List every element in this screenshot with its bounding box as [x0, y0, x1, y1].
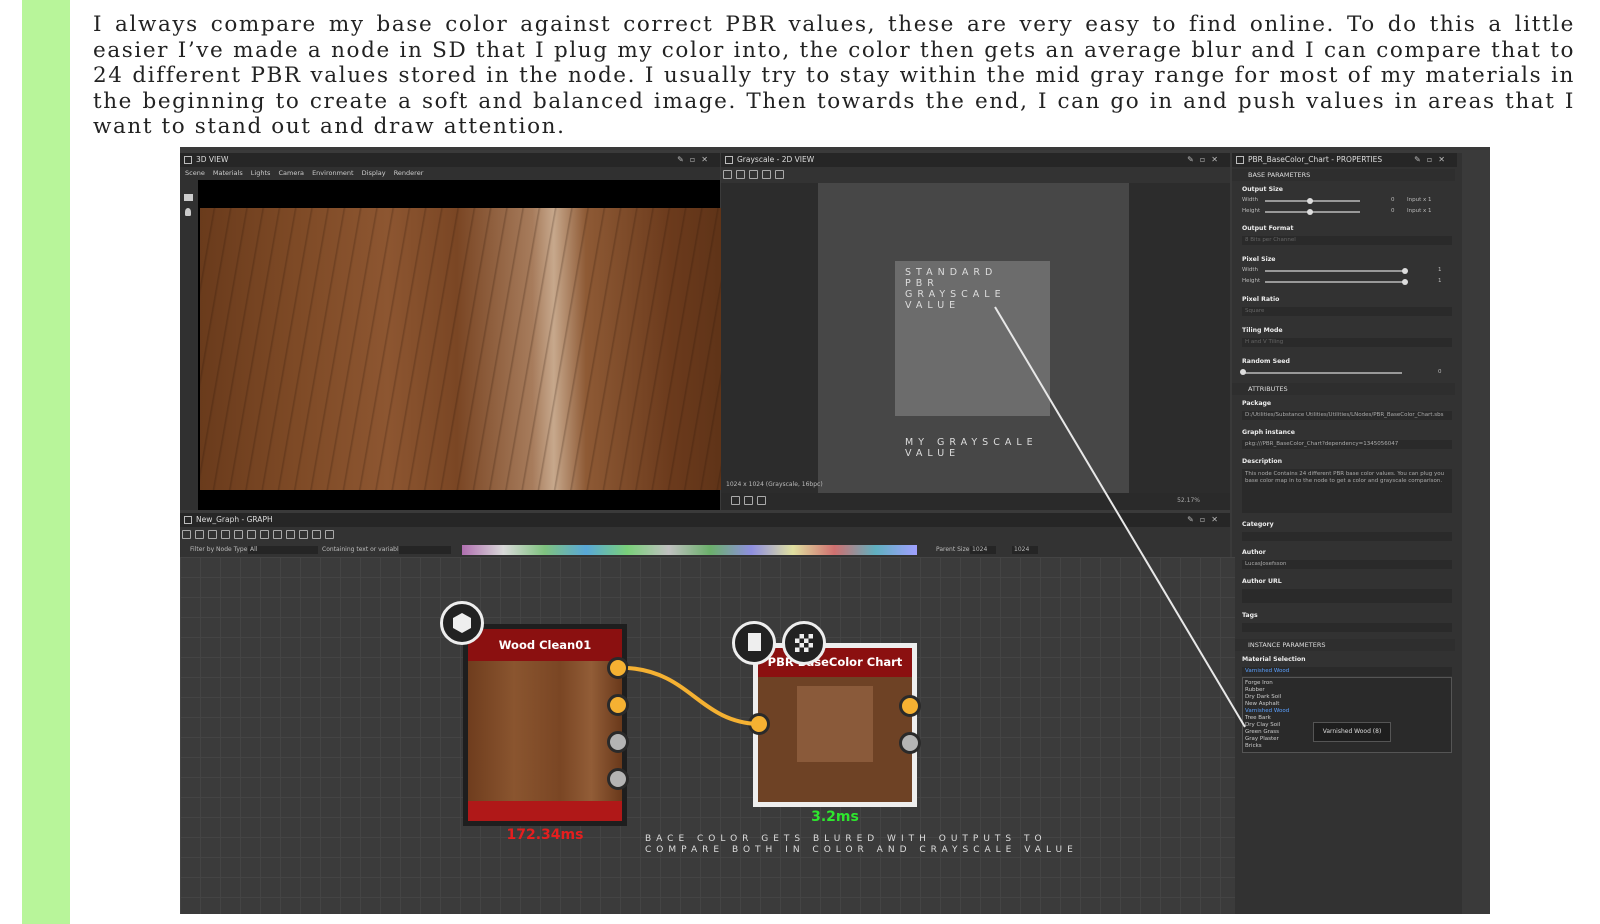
substance-designer-screenshot: 3D VIEW ✎▫✕ Scene Materials Lights Camer… — [180, 147, 1490, 914]
quote-accent-bar — [22, 0, 70, 924]
annotation-pointer-line — [994, 306, 1246, 728]
article-paragraph: I always compare my base color against c… — [93, 12, 1575, 139]
node-connection-wire — [627, 666, 759, 726]
connection-overlay — [627, 306, 1246, 728]
